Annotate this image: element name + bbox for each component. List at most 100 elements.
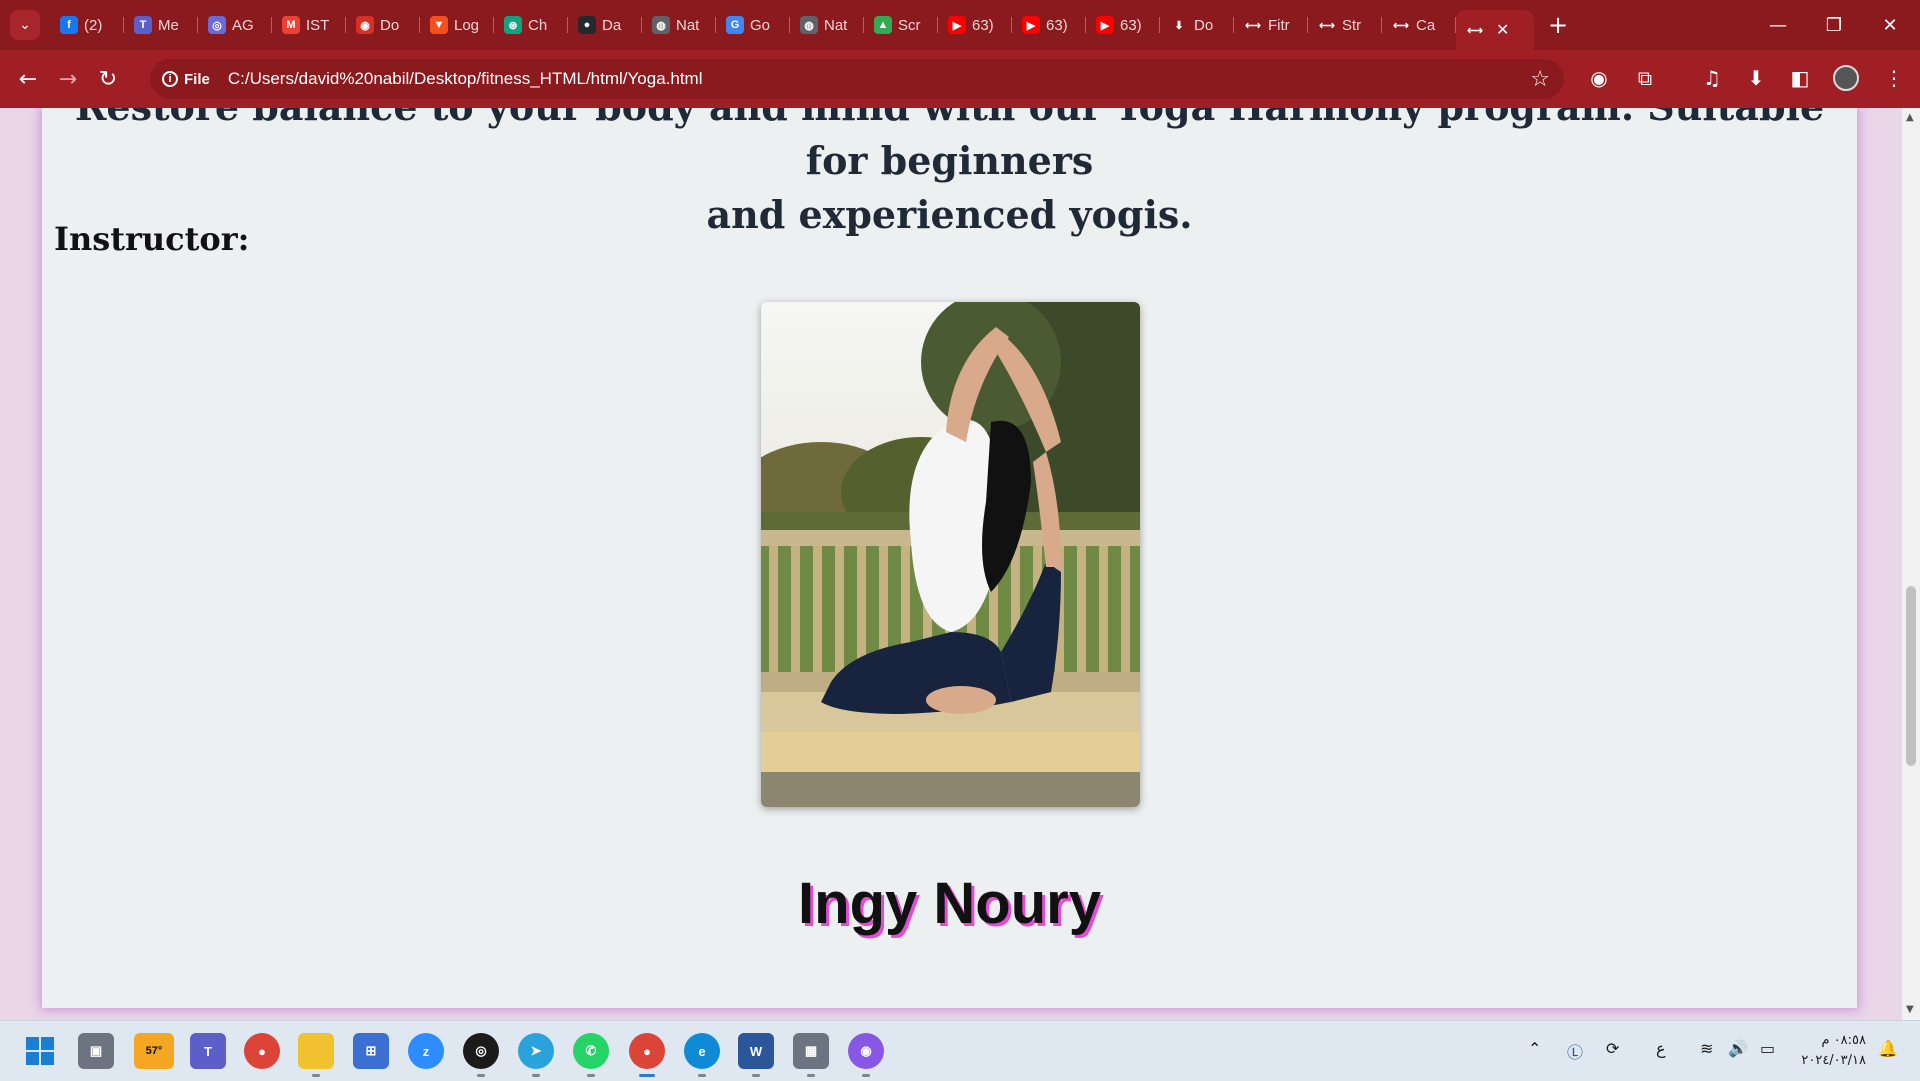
chrome-icon[interactable]: ● xyxy=(244,1033,280,1069)
tab-title: (2) xyxy=(84,16,103,34)
page-scrollbar[interactable]: ▲ ▼ xyxy=(1902,108,1920,1020)
scrollbar-thumb[interactable] xyxy=(1906,586,1916,766)
edge-icon[interactable]: e xyxy=(684,1033,720,1077)
browser-tab[interactable]: ▶ 63) xyxy=(1086,8,1160,42)
tab-title: Do xyxy=(380,16,400,34)
forward-button[interactable]: → xyxy=(48,59,88,99)
youtube-icon: ▶ xyxy=(1096,16,1114,34)
tab-title: IST xyxy=(306,16,330,34)
word-icon[interactable]: W xyxy=(738,1033,774,1077)
arrow-left-icon: ← xyxy=(18,66,38,92)
browser-tab[interactable]: ▲ Scr xyxy=(864,8,938,42)
browser-tab[interactable]: ◍ Nat xyxy=(642,8,716,42)
start-button[interactable] xyxy=(22,1033,58,1069)
task-view-icon[interactable]: ▣ xyxy=(78,1033,114,1069)
weather-icon[interactable]: 57° xyxy=(134,1033,174,1069)
google-drive-icon: ▲ xyxy=(874,16,892,34)
download-icon[interactable]: ⬇ xyxy=(1738,60,1774,96)
scroll-up-icon[interactable]: ▲ xyxy=(1906,112,1914,123)
chatgpt-icon: ⊛ xyxy=(504,16,522,34)
browser-tab[interactable]: ● Da xyxy=(568,8,642,42)
tab-title: Ch xyxy=(528,16,548,34)
calculator-icon[interactable]: ▦ xyxy=(793,1033,829,1077)
browser-tab[interactable]: f (2) xyxy=(50,8,124,42)
github-icon: ● xyxy=(578,16,596,34)
browser-tab[interactable]: ◍ Nat xyxy=(790,8,864,42)
file-explorer-icon[interactable] xyxy=(298,1033,334,1077)
browser-tab[interactable]: ⬇ Do xyxy=(1160,8,1234,42)
page-viewport: Restore balance to your body and mind wi… xyxy=(0,108,1902,1020)
url-text[interactable]: C:/Users/david%20nabil/Desktop/fitness_H… xyxy=(228,69,703,89)
back-button[interactable]: ← xyxy=(8,59,48,99)
browser-tab[interactable]: T Me xyxy=(124,8,198,42)
whatsapp-icon[interactable]: ✆ xyxy=(573,1033,609,1077)
zoom-icon[interactable]: z xyxy=(408,1033,444,1069)
microsoft-store-icon[interactable]: ⊞ xyxy=(353,1033,389,1069)
bookmark-star-icon[interactable]: ☆ xyxy=(1530,67,1550,92)
tab-title: Str xyxy=(1342,16,1362,34)
address-bar[interactable]: i File C:/Users/david%20nabil/Desktop/fi… xyxy=(150,59,1564,99)
site-info-chip[interactable]: i File xyxy=(162,71,210,88)
profile-avatar[interactable] xyxy=(1828,60,1864,96)
browser-tab[interactable]: ◉ Do xyxy=(346,8,420,42)
browser-tab[interactable]: ⟷ Str xyxy=(1308,8,1382,42)
tray-app-icon[interactable]: Ⓛ xyxy=(1567,1039,1583,1063)
tab-title: 63) xyxy=(972,16,994,34)
reload-button[interactable]: ↻ xyxy=(88,59,128,99)
browser-tab[interactable]: M IST xyxy=(272,8,346,42)
volume-icon[interactable]: 🔊 xyxy=(1728,1039,1748,1058)
google-translate-icon: G xyxy=(726,16,744,34)
tab-search-button[interactable]: ⌄ xyxy=(10,10,40,40)
minimize-button[interactable]: — xyxy=(1750,0,1806,50)
record-extension-icon[interactable]: ◉ xyxy=(1581,60,1617,96)
gmail-icon: M xyxy=(282,16,300,34)
tab-title: Do xyxy=(1194,16,1214,34)
close-window-button[interactable]: ✕ xyxy=(1862,0,1918,50)
tab-title: Go xyxy=(750,16,771,34)
browser-toolbar: ← → ↻ i File C:/Users/david%20nabil/Desk… xyxy=(0,50,1920,108)
browser-tab[interactable]: G Go xyxy=(716,8,790,42)
browser-tab[interactable]: ⟷ Ca xyxy=(1382,8,1456,42)
side-panel-icon[interactable]: ◧ xyxy=(1782,60,1818,96)
input-language[interactable]: ع xyxy=(1656,1039,1666,1058)
program-card: Restore balance to your body and mind wi… xyxy=(42,108,1857,1008)
battery-icon[interactable]: ▭ xyxy=(1760,1039,1775,1058)
menu-kebab-icon[interactable]: ⋮ xyxy=(1876,60,1912,96)
active-tab[interactable]: ⟷ ✕ xyxy=(1456,10,1534,50)
notification-bell-icon[interactable]: 🔔 xyxy=(1878,1039,1898,1058)
system-clock[interactable]: ٠٨:٥٨ م ٢٠٢٤/٠٣/١٨ xyxy=(1801,1031,1866,1071)
clock-time: ٠٨:٥٨ م xyxy=(1821,1033,1867,1048)
sync-icon[interactable]: ⟳ xyxy=(1606,1039,1619,1058)
telegram-icon[interactable]: ➤ xyxy=(518,1033,554,1077)
close-tab-icon[interactable]: ✕ xyxy=(1496,20,1509,40)
instructor-name: Ingy Noury xyxy=(798,871,1101,936)
scroll-down-icon[interactable]: ▼ xyxy=(1906,1004,1914,1015)
tab-title: Ca xyxy=(1416,16,1436,34)
facebook-icon: f xyxy=(60,16,78,34)
extensions-icon[interactable]: ⧉ xyxy=(1627,60,1663,96)
browser-tab[interactable]: ⟷ Fitr xyxy=(1234,8,1308,42)
teams-icon: T xyxy=(134,16,152,34)
github-desktop-icon[interactable]: ◉ xyxy=(848,1033,884,1077)
page-icon: ⟷ xyxy=(1393,19,1409,32)
browser-tab[interactable]: ⊛ Ch xyxy=(494,8,568,42)
wifi-icon[interactable]: ≋ xyxy=(1700,1039,1713,1058)
browser-tab[interactable]: ▶ 63) xyxy=(1012,8,1086,42)
chrome-active-icon[interactable]: ● xyxy=(629,1033,665,1077)
tab-title: 63) xyxy=(1046,16,1068,34)
clock-date: ٢٠٢٤/٠٣/١٨ xyxy=(1801,1053,1866,1068)
tab-title: Log xyxy=(454,16,480,34)
browser-tab[interactable]: ▶ 63) xyxy=(938,8,1012,42)
browser-tab[interactable]: ▼ Log xyxy=(420,8,494,42)
new-tab-button[interactable]: + xyxy=(1548,11,1568,39)
browser-tab[interactable]: ◎ AG xyxy=(198,8,272,42)
tray-overflow-icon[interactable]: ⌃ xyxy=(1528,1039,1541,1058)
media-control-icon[interactable]: ♫ xyxy=(1694,60,1730,96)
tab-title: AG xyxy=(232,16,254,34)
app-ring-icon[interactable]: ◎ xyxy=(463,1033,499,1077)
restore-button[interactable]: ❐ xyxy=(1806,0,1862,50)
globe-icon: ◍ xyxy=(652,16,670,34)
teams-icon[interactable]: T xyxy=(190,1033,226,1069)
tab-title: Nat xyxy=(676,16,700,34)
reload-icon: ↻ xyxy=(98,66,118,92)
